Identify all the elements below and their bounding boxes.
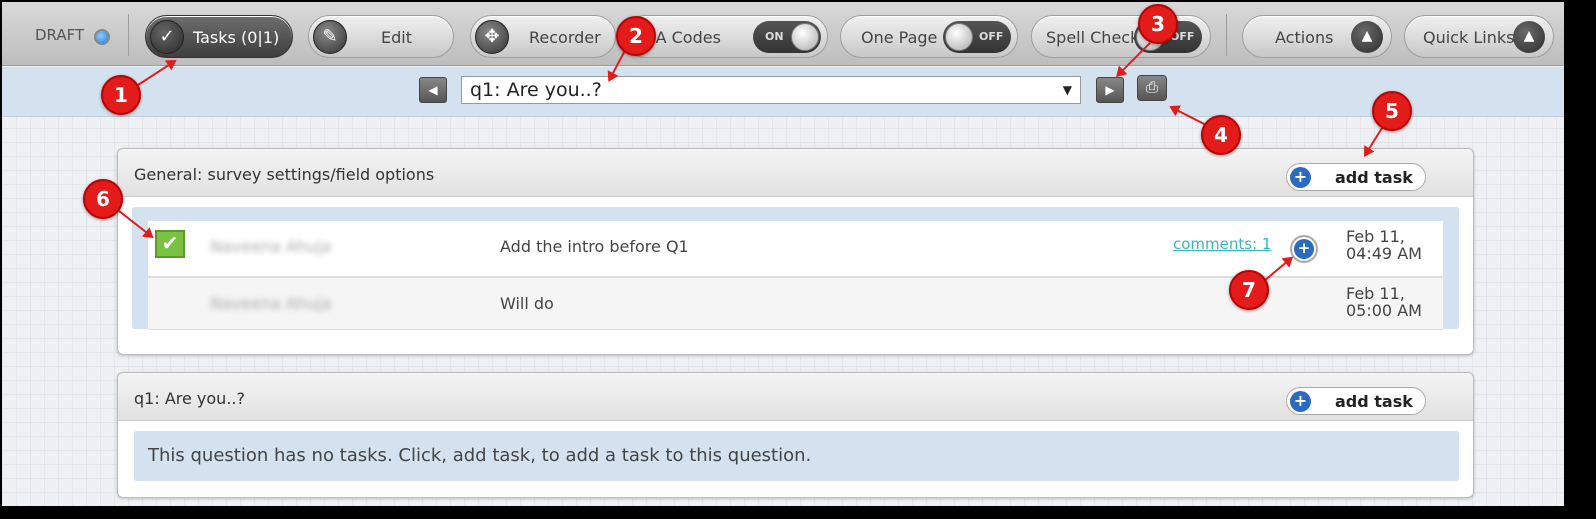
callout-badge-2: 2 bbox=[616, 16, 656, 56]
add-task-button[interactable]: + add task bbox=[1286, 163, 1426, 191]
qa-codes-state: ON bbox=[765, 30, 784, 43]
callout-badge-1: 1 bbox=[101, 75, 141, 115]
section-title: General: survey settings/field options bbox=[134, 165, 435, 184]
task-date-time: 04:49 AM bbox=[1346, 244, 1422, 263]
callout-badge-5: 5 bbox=[1372, 91, 1412, 131]
section-header: q1: Are you..? + add task bbox=[118, 373, 1473, 421]
section-q1: q1: Are you..? + add task This question … bbox=[117, 372, 1474, 498]
task-date: Feb 11, 04:49 AM bbox=[1346, 228, 1422, 262]
section-general: General: survey settings/field options +… bbox=[117, 148, 1474, 355]
recorder-label: Recorder bbox=[529, 28, 601, 47]
add-task-button[interactable]: + add task bbox=[1286, 387, 1426, 415]
question-select-value: q1: Are you..? bbox=[470, 79, 602, 101]
app-frame: DRAFT ✓ Tasks (0|1) ✎ Edit ✥ Recorder QA… bbox=[2, 2, 1564, 506]
section-header: General: survey settings/field options +… bbox=[118, 149, 1473, 197]
plus-icon: + bbox=[1290, 167, 1311, 188]
callout-badge-7: 7 bbox=[1229, 270, 1269, 310]
wrench-icon: ✎ bbox=[313, 20, 347, 54]
toolbar-divider bbox=[128, 14, 129, 56]
edit-button[interactable]: ✎ Edit bbox=[308, 15, 454, 58]
one-page-switch[interactable]: OFF bbox=[943, 21, 1011, 53]
draft-status-indicator bbox=[94, 29, 110, 45]
callout-badge-3: 3 bbox=[1138, 4, 1178, 44]
task-message: Will do bbox=[500, 294, 554, 313]
triangle-up-icon: ▲ bbox=[1513, 21, 1545, 53]
question-nav-bar: ◀ q1: Are you..? ▼ ▶ ⎙ bbox=[2, 67, 1564, 117]
task-complete-checkbox[interactable]: ✔ bbox=[155, 230, 185, 258]
task-author: Naveena Ahuja bbox=[210, 294, 332, 313]
section-title: q1: Are you..? bbox=[134, 389, 245, 408]
task-date: Feb 11, 05:00 AM bbox=[1346, 285, 1422, 319]
quick-links-label: Quick Links bbox=[1423, 28, 1515, 47]
table-row: ✔ Naveena Ahuja Add the intro before Q1 … bbox=[148, 221, 1443, 277]
tasks-label: Tasks (0|1) bbox=[193, 28, 280, 47]
triangle-up-icon: ▲ bbox=[1351, 21, 1383, 53]
qa-codes-switch[interactable]: ON bbox=[753, 21, 821, 53]
toggle-knob-icon bbox=[791, 23, 819, 51]
spell-check-toggle[interactable]: Spell Check OFF bbox=[1031, 15, 1211, 58]
empty-tasks-message: This question has no tasks. Click, add t… bbox=[134, 431, 1459, 481]
one-page-state: OFF bbox=[979, 30, 1004, 43]
toggle-knob-icon bbox=[945, 23, 973, 51]
callout-badge-6: 6 bbox=[83, 179, 123, 219]
actions-menu-button[interactable]: Actions ▲ bbox=[1242, 15, 1392, 58]
check-icon: ✓ bbox=[150, 20, 184, 54]
dropdown-arrow-icon: ▼ bbox=[1062, 83, 1072, 97]
task-date-time: 05:00 AM bbox=[1346, 301, 1422, 320]
comments-link[interactable]: comments: 1 bbox=[1173, 235, 1271, 253]
callout-badge-4: 4 bbox=[1201, 115, 1241, 155]
question-select[interactable]: q1: Are you..? ▼ bbox=[461, 76, 1081, 104]
task-message: Add the intro before Q1 bbox=[500, 237, 689, 256]
task-author: Naveena Ahuja bbox=[210, 237, 332, 256]
recorder-button[interactable]: ✥ Recorder bbox=[470, 15, 616, 58]
one-page-label: One Page bbox=[861, 28, 938, 47]
task-list: ✔ Naveena Ahuja Add the intro before Q1 … bbox=[132, 207, 1459, 330]
prev-question-button[interactable]: ◀ bbox=[419, 77, 447, 103]
move-arrows-icon: ✥ bbox=[475, 20, 509, 54]
toolbar-divider bbox=[1226, 14, 1227, 56]
one-page-toggle[interactable]: One Page OFF bbox=[840, 15, 1018, 58]
add-task-label: add task bbox=[1335, 392, 1413, 411]
print-button[interactable]: ⎙ bbox=[1137, 75, 1167, 101]
actions-label: Actions bbox=[1275, 28, 1334, 47]
add-task-label: add task bbox=[1335, 168, 1413, 187]
plus-icon: + bbox=[1290, 391, 1311, 412]
tasks-button[interactable]: ✓ Tasks (0|1) bbox=[145, 15, 293, 58]
quick-links-menu-button[interactable]: Quick Links ▲ bbox=[1404, 15, 1554, 58]
plus-icon: + bbox=[1294, 239, 1314, 259]
top-toolbar: DRAFT ✓ Tasks (0|1) ✎ Edit ✥ Recorder QA… bbox=[2, 2, 1564, 66]
draft-label: DRAFT bbox=[35, 26, 85, 44]
edit-label: Edit bbox=[381, 28, 412, 47]
spell-check-label: Spell Check bbox=[1046, 28, 1140, 47]
